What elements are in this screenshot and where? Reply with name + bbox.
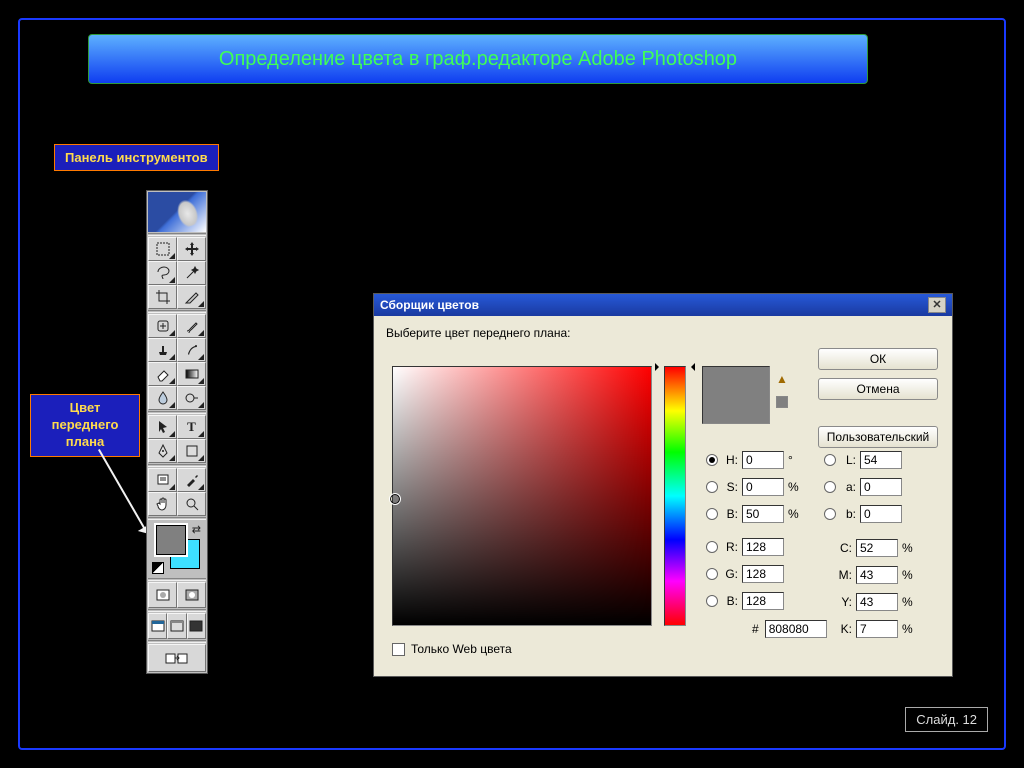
label-m: M: (836, 568, 852, 582)
label-web-only: Только Web цвета (411, 642, 512, 656)
custom-button[interactable]: Пользовательский (818, 426, 938, 448)
label-r: R: (722, 540, 738, 554)
history-brush-tool[interactable] (177, 338, 206, 362)
label-y: Y: (836, 595, 852, 609)
input-h[interactable] (742, 451, 784, 469)
slide-number: Слайд. 12 (905, 707, 988, 732)
label-s: S: (722, 480, 738, 494)
shape-tool[interactable] (177, 439, 206, 463)
color-preview-new (703, 367, 769, 395)
slide-number-text: Слайд. 12 (916, 712, 977, 727)
input-k[interactable] (856, 620, 898, 638)
slide-title-banner: Определение цвета в граф.редакторе Adobe… (88, 34, 868, 84)
radio-b-hsb[interactable] (706, 508, 718, 520)
input-hex[interactable] (765, 620, 827, 638)
toolbox-header-feather-icon (148, 192, 206, 232)
color-picker-dialog: Сборщик цветов ✕ Выберите цвет переднего… (373, 293, 953, 677)
hue-slider[interactable] (664, 366, 686, 626)
dialog-title: Сборщик цветов (380, 298, 479, 312)
quick-mask-mode-icon[interactable] (177, 582, 206, 608)
slide-title: Определение цвета в граф.редакторе Adobe… (219, 48, 737, 71)
radio-h[interactable] (706, 454, 718, 466)
gradient-tool[interactable] (177, 362, 206, 386)
screen-mode-full-icon[interactable] (187, 613, 206, 639)
label-g: G: (722, 567, 738, 581)
label-b-lab: b: (840, 507, 856, 521)
screen-mode-full-menu-icon[interactable] (167, 613, 186, 639)
input-c[interactable] (856, 539, 898, 557)
unit-pct: % (788, 480, 804, 494)
label-c: C: (836, 541, 852, 555)
color-field-cursor-icon (389, 493, 401, 505)
color-swatch-area: ⇄ (148, 521, 206, 577)
blur-tool[interactable] (148, 386, 177, 410)
marquee-tool[interactable] (148, 237, 177, 261)
input-b-lab[interactable] (860, 505, 902, 523)
label-l: L: (840, 453, 856, 467)
radio-r[interactable] (706, 541, 718, 553)
input-a[interactable] (860, 478, 902, 496)
move-tool[interactable] (177, 237, 206, 261)
checkbox-web-only[interactable] (392, 643, 405, 656)
color-preview-old[interactable] (703, 395, 769, 423)
input-b-rgb[interactable] (742, 592, 784, 610)
input-r[interactable] (742, 538, 784, 556)
magic-wand-tool[interactable] (177, 261, 206, 285)
radio-b-lab[interactable] (824, 508, 836, 520)
type-tool[interactable]: T (177, 415, 206, 439)
label-tools-panel: Панель инструментов (54, 144, 219, 171)
swap-colors-icon[interactable]: ⇄ (192, 523, 201, 536)
gamut-warning-icon[interactable]: ▲ (776, 372, 792, 386)
label-a: a: (840, 480, 856, 494)
clone-stamp-tool[interactable] (148, 338, 177, 362)
label-hash: # (752, 622, 759, 636)
screen-mode-standard-icon[interactable] (148, 613, 167, 639)
input-s[interactable] (742, 478, 784, 496)
input-y[interactable] (856, 593, 898, 611)
input-g[interactable] (742, 565, 784, 583)
radio-g[interactable] (706, 568, 718, 580)
dialog-titlebar[interactable]: Сборщик цветов ✕ (374, 294, 952, 316)
photoshop-toolbox: T ⇄ (146, 190, 208, 674)
lasso-tool[interactable] (148, 261, 177, 285)
zoom-tool[interactable] (177, 492, 206, 516)
cancel-button[interactable]: Отмена (818, 378, 938, 400)
brush-tool[interactable] (177, 314, 206, 338)
standard-mode-icon[interactable] (148, 582, 177, 608)
input-b-hsb[interactable] (742, 505, 784, 523)
picker-prompt: Выберите цвет переднего плана: (386, 326, 940, 340)
healing-brush-tool[interactable] (148, 314, 177, 338)
input-m[interactable] (856, 566, 898, 584)
jump-to-imageready-icon[interactable] (148, 644, 206, 672)
slice-tool[interactable] (177, 285, 206, 309)
eraser-tool[interactable] (148, 362, 177, 386)
foreground-color-swatch[interactable] (156, 525, 186, 555)
label-k: K: (836, 622, 852, 636)
label-b-hsb: B: (722, 507, 738, 521)
path-select-tool[interactable] (148, 415, 177, 439)
websafe-warning-swatch[interactable] (776, 396, 788, 408)
hand-tool[interactable] (148, 492, 177, 516)
label-h: H: (722, 453, 738, 467)
close-button[interactable]: ✕ (928, 297, 946, 313)
radio-b-rgb[interactable] (706, 595, 718, 607)
label-b-rgb: B: (722, 594, 738, 608)
radio-a[interactable] (824, 481, 836, 493)
radio-l[interactable] (824, 454, 836, 466)
unit-deg: ° (788, 453, 804, 467)
eyedropper-tool[interactable] (177, 468, 206, 492)
crop-tool[interactable] (148, 285, 177, 309)
color-field[interactable] (392, 366, 652, 626)
radio-s[interactable] (706, 481, 718, 493)
label-tools-panel-text: Панель инструментов (65, 150, 208, 165)
ok-button[interactable]: ОК (818, 348, 938, 370)
input-l[interactable] (860, 451, 902, 469)
dodge-tool[interactable] (177, 386, 206, 410)
pen-tool[interactable] (148, 439, 177, 463)
label-foreground-color-text: Цвет переднего плана (52, 400, 119, 449)
label-foreground-color: Цвет переднего плана (30, 394, 140, 457)
default-colors-icon[interactable] (152, 562, 164, 574)
color-preview (702, 366, 770, 424)
notes-tool[interactable] (148, 468, 177, 492)
